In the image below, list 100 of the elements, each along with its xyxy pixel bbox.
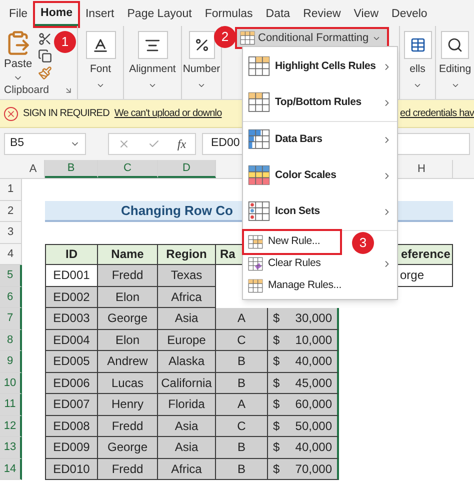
table-cell: B [216,372,268,394]
table-cell: ED007 [45,394,98,416]
launcher-icon[interactable] [64,86,73,95]
table-header: Region [158,244,216,265]
search-icon[interactable] [441,31,469,59]
table-cell: Alaska [158,351,216,372]
table-cell: ED009 [45,437,98,458]
table-cell: A [216,394,268,416]
row-number[interactable]: 12 [0,416,22,437]
group-label[interactable]: ells [410,62,426,78]
table-cell: $ 30,000 [268,308,339,330]
table-cell: ED008 [45,416,98,437]
row-number[interactable]: 5 [0,265,22,286]
paste-label[interactable]: Paste [4,56,32,72]
row-number[interactable]: 6 [0,286,22,308]
column-header[interactable]: D [158,160,216,178]
table-cell: Andrew [98,351,158,372]
table-cell: $ 70,000 [268,458,339,480]
row-number[interactable]: 8 [0,330,22,351]
grid-icon [248,234,263,250]
table-cell: $ 40,000 [268,351,339,372]
notification-link[interactable]: ed credentials hav [400,106,474,121]
scissors-icon[interactable] [38,32,52,46]
error-icon [4,106,18,120]
table-cell: $ 40,000 [268,437,339,458]
table-cell: Fredd [98,265,158,286]
table-cell: California [158,372,216,394]
table-cell: C [216,330,268,351]
table-cell: Fredd [98,458,158,480]
table-cell: $ 60,000 [268,394,339,416]
row-number[interactable]: 13 [0,437,22,458]
table-cell: Florida [158,394,216,416]
table-cell: C [216,416,268,437]
row-number[interactable]: 3 [0,222,22,244]
group-label[interactable]: Font [90,62,111,78]
table-cell: Asia [158,308,216,330]
menu-item[interactable]: Top/Bottom Rules [244,85,396,121]
row-number[interactable]: 10 [0,372,22,394]
table-cell: Asia [158,416,216,437]
table-cell: Texas [158,265,216,286]
row-number[interactable]: 14 [0,458,22,480]
table-cell: ED001 [45,265,98,286]
table-cell: ED005 [45,351,98,372]
ribbon-tab[interactable]: File [3,3,34,26]
row-number[interactable]: 7 [0,308,22,330]
menu-item[interactable]: Highlight Cells Rules [244,49,396,85]
font-icon[interactable] [86,31,116,59]
row-number[interactable]: 1 [0,179,22,200]
ribbon-tab[interactable]: Review [297,3,347,26]
grid-icon [248,278,263,294]
table-header: ID [45,244,98,265]
notification-link[interactable]: We can't upload or downlo [114,106,222,121]
column-header[interactable]: C [98,160,158,178]
table-cell: Fredd [98,416,158,437]
eraser-grid-icon [248,256,263,272]
table-cell: ED006 [45,372,98,394]
table-cell: George [98,308,158,330]
grid-icon [248,92,270,114]
ribbon-tab[interactable]: Formulas [198,3,259,26]
table-cell: George [98,437,158,458]
table-cell: Asia [158,437,216,458]
table-cell: Elon [98,286,158,308]
column-header[interactable]: B [45,160,98,178]
table-cell: A [216,308,268,330]
group-label[interactable]: Number [182,62,220,78]
row-number[interactable]: 9 [0,351,22,372]
row-number[interactable]: 2 [0,200,22,222]
grid-icon [248,201,270,223]
group-label: Clipboard [4,82,49,98]
ribbon-tab[interactable]: Insert [79,3,120,26]
table-cell: Henry [98,394,158,416]
group-label[interactable]: Editing [438,62,472,78]
ribbon-tab[interactable]: Develo [386,3,434,26]
table-cell: $ 45,000 [268,372,339,394]
ribbon-tab[interactable]: Home [34,3,78,26]
table-cell: B [216,458,268,480]
table-cell: Elon [98,330,158,351]
table-cell: ED002 [45,286,98,308]
notification-title: SIGN IN REQUIRED [23,107,110,121]
conditional-formatting-button[interactable]: Conditional Formatting [237,29,387,47]
ribbon-tab[interactable]: Page Layout [121,3,198,26]
percent-icon[interactable] [188,31,214,59]
menu-item[interactable]: Data Bars [244,122,396,158]
table-header: Name [98,244,158,265]
row-number[interactable]: 11 [0,394,22,416]
ribbon-tab[interactable]: Data [260,3,296,26]
table-icon[interactable] [404,31,432,59]
row-number[interactable]: 4 [0,244,22,265]
table-cell: $ 10,000 [268,330,339,351]
table-cell: Africa [158,458,216,480]
align-icon[interactable] [138,31,168,59]
table-cell: ED003 [45,308,98,330]
name-box[interactable]: B5 [4,133,86,155]
table-cell: B [216,437,268,458]
function-button[interactable]: fx [177,135,186,153]
table-cell: Europe [158,330,216,351]
table-cell: ED010 [45,458,98,480]
group-label[interactable]: Alignment [129,62,176,78]
copy-icon[interactable] [38,49,52,63]
ribbon-tab[interactable]: View [348,3,385,26]
